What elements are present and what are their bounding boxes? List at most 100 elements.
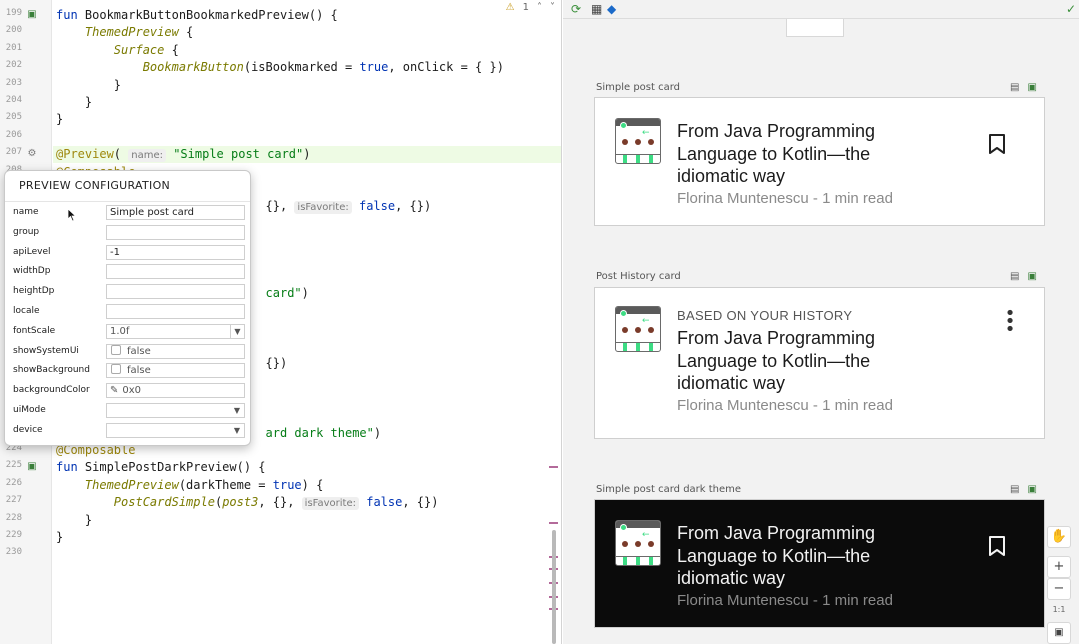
code-token: ThemedPreview [84, 25, 179, 40]
heightDp-field[interactable] [106, 284, 245, 300]
code-line[interactable]: ThemedPreview(darkTheme = true) { [53, 477, 561, 494]
code-line[interactable]: Surface { [53, 42, 561, 59]
checkbox[interactable] [111, 364, 121, 375]
config-label: fontScale [13, 325, 56, 336]
config-label: group [13, 226, 40, 237]
pan-hand-icon[interactable]: ✋ [1047, 526, 1071, 548]
code-line[interactable]: ThemedPreview { [53, 24, 561, 41]
config-row-apiLevel: apiLevel -1 [5, 243, 250, 263]
config-value: false [127, 365, 151, 377]
code-token: BookmarkButton [142, 60, 244, 75]
parameter-hint: isFavorite: [301, 497, 359, 511]
code-line[interactable]: fun SimplePostDarkPreview() { [53, 459, 561, 476]
post-title-line: Language to Kotlin—the [677, 350, 871, 371]
gutter-line: 205 [0, 111, 52, 128]
fontScale-field[interactable]: 1.0f ▼ [106, 323, 245, 339]
interactive-mode-icon[interactable]: ▤ [1010, 271, 1019, 282]
gutter-line: 201 [0, 42, 52, 59]
config-row-device: device ▼ [5, 421, 250, 441]
zoom-in-button[interactable]: + [1047, 556, 1071, 578]
code-line[interactable]: } [53, 529, 561, 546]
line-number: 205 [5, 112, 22, 123]
code-line[interactable]: } [53, 111, 561, 128]
checkbox[interactable] [111, 344, 121, 355]
more-vert-icon[interactable]: • • • [1000, 305, 1020, 339]
code-line[interactable]: fun BookmarkButtonBookmarkedPreview() { [53, 7, 561, 24]
preview-toolbar: ⟳ ▦ ◆ ✓ [563, 0, 1079, 19]
showBackground-field[interactable]: false [106, 363, 245, 379]
device-config-icon[interactable]: ▦ [591, 1, 602, 17]
config-label: heightDp [13, 286, 55, 297]
mouse-cursor-icon [67, 208, 77, 222]
chevron-down-icon[interactable]: ▼ [230, 324, 244, 338]
backgroundColor-field[interactable]: ✎ 0x0 [106, 383, 245, 399]
compose-preview-pane[interactable]: ⟳ ▦ ◆ ✓ Simple post card ▤ ▣ ← From Java Pro… [563, 0, 1079, 644]
layers-icon[interactable]: ◆ [607, 1, 616, 17]
device-field[interactable]: ▼ [106, 422, 245, 438]
gutter-line: 204 [0, 94, 52, 111]
interactive-mode-icon[interactable]: ▤ [1010, 82, 1019, 93]
config-value: -1 [110, 246, 120, 258]
post-author-meta: Florina Muntenescu - 1 min read [677, 189, 893, 207]
locale-field[interactable] [106, 304, 245, 319]
color-picker-icon[interactable]: ✎ [110, 385, 118, 396]
inspection-widget[interactable]: ⚠ 1 ˄ ˅ [506, 0, 555, 14]
deploy-to-device-icon[interactable]: ▣ [1027, 484, 1036, 495]
code-line[interactable]: } [53, 94, 561, 111]
post-card-preview[interactable]: ← From Java Programming Language to Kotlin… [594, 97, 1045, 226]
line-number: 200 [5, 25, 22, 36]
compose-preview-icon[interactable]: ▣ [26, 9, 38, 21]
chevron-down-icon[interactable]: ▼ [230, 424, 244, 437]
zoom-out-button[interactable]: − [1047, 578, 1071, 600]
deploy-to-device-icon[interactable]: ▣ [1027, 271, 1036, 282]
line-number: 225 [5, 460, 22, 471]
code-line[interactable]: } [53, 77, 561, 94]
showSystemUi-field[interactable]: false [106, 343, 245, 359]
scroll-thumb[interactable] [552, 530, 556, 644]
config-label: uiMode [13, 405, 46, 415]
preview-configuration-popup[interactable]: PREVIEW CONFIGURATION name Simple post ca… [4, 170, 251, 446]
line-number: 204 [5, 95, 22, 105]
deploy-to-device-icon[interactable]: ▣ [1027, 82, 1036, 93]
zoom-actual-size[interactable]: 1:1 [1047, 605, 1071, 614]
bookmark-icon[interactable] [988, 535, 1006, 557]
refresh-icon[interactable]: ⟳ [571, 1, 581, 17]
post-thumbnail-image: ← [615, 520, 661, 566]
code-line[interactable]: @Preview( name: "Simple post card") [53, 146, 561, 164]
code-line[interactable]: PostCardSimple(post3, {}, isFavorite: fa… [53, 494, 561, 511]
code-line[interactable]: BookmarkButton(isBookmarked = true, onCl… [53, 59, 561, 76]
config-value: 0x0 [122, 385, 142, 397]
parameter-hint: isFavorite: [294, 201, 352, 215]
bookmark-icon[interactable] [988, 133, 1006, 155]
config-row-heightDp: heightDp [5, 282, 250, 302]
code-line[interactable]: } [53, 512, 561, 529]
code-line[interactable] [53, 546, 561, 563]
previous-highlight-icon[interactable]: ˄ [537, 2, 542, 13]
line-number: 226 [5, 477, 22, 488]
code-token: @Preview [56, 147, 114, 162]
line-number: 229 [5, 530, 22, 540]
gutter-line: 230 [0, 546, 52, 563]
config-row-fontScale: fontScale 1.0f ▼ [5, 322, 250, 342]
zoom-to-fit-icon[interactable]: ▣ [1047, 622, 1071, 644]
code-line[interactable] [53, 129, 561, 146]
code-token: , onClick = { }) [388, 60, 504, 75]
uiMode-field[interactable]: ▼ [106, 403, 245, 418]
widthDp-field[interactable] [106, 264, 245, 280]
config-row-widthDp: widthDp [5, 262, 250, 282]
apiLevel-field[interactable]: -1 [106, 244, 245, 260]
chevron-down-icon[interactable]: ▼ [230, 404, 244, 417]
code-token: ) [303, 147, 311, 162]
post-card-preview[interactable]: ← BASED ON YOUR HISTORY From Java Programm… [594, 287, 1045, 439]
compose-preview-icon[interactable]: ▣ [26, 461, 38, 473]
name-field[interactable]: Simple post card [106, 205, 245, 220]
gutter-line: 226 [0, 477, 52, 494]
line-number: 228 [5, 512, 22, 523]
interactive-mode-icon[interactable]: ▤ [1010, 484, 1019, 495]
editor-scrollbar[interactable] [549, 0, 558, 644]
group-field[interactable] [106, 224, 245, 240]
post-card-preview[interactable]: ← From Java Programming Language to Kotlin… [594, 499, 1045, 628]
code-token: , {}, [258, 495, 302, 510]
gear-icon[interactable]: ⚙ [26, 148, 38, 160]
